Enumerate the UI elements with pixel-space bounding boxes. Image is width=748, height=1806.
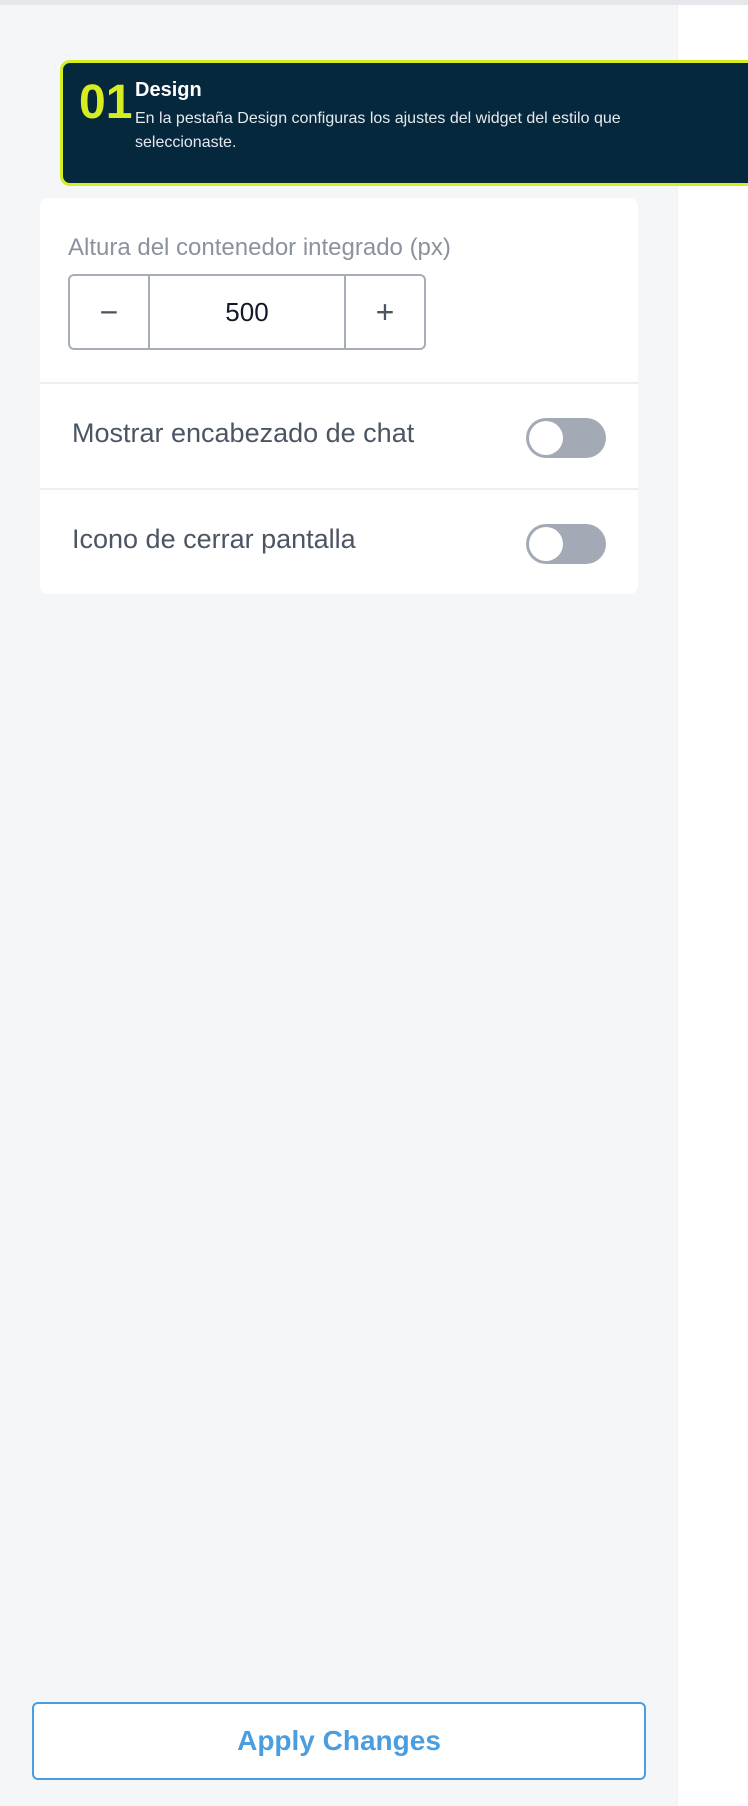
container-height-section: Altura del contenedor integrado (px) − 5…: [40, 198, 638, 382]
toggle-knob: [529, 421, 563, 455]
onboarding-tooltip: 01 Design En la pestaña Design configura…: [60, 60, 748, 186]
increment-button[interactable]: +: [344, 276, 424, 348]
close-screen-icon-label: Icono de cerrar pantalla: [72, 524, 356, 554]
minus-icon: −: [99, 293, 119, 330]
tooltip-text: En la pestaña Design configuras los ajus…: [135, 110, 621, 151]
container-height-input[interactable]: 500: [150, 276, 344, 348]
show-chat-header-label: Mostrar encabezado de chat: [72, 418, 415, 448]
tooltip-title: Design: [135, 79, 202, 101]
apply-changes-button[interactable]: Apply Changes: [32, 1702, 646, 1780]
show-chat-header-toggle[interactable]: [526, 418, 606, 458]
container-height-stepper: − 500 +: [68, 274, 426, 350]
container-height-label: Altura del contenedor integrado (px): [68, 234, 451, 261]
tooltip-step-number: 01: [79, 76, 133, 129]
show-chat-header-row: Mostrar encabezado de chat: [40, 384, 638, 488]
settings-card: Altura del contenedor integrado (px) − 5…: [40, 198, 638, 594]
decrement-button[interactable]: −: [70, 276, 150, 348]
close-screen-icon-toggle[interactable]: [526, 524, 606, 564]
close-screen-icon-row: Icono de cerrar pantalla: [40, 490, 638, 594]
plus-icon: +: [375, 293, 395, 330]
toggle-knob: [529, 527, 563, 561]
panel-divider: [677, 5, 678, 1806]
